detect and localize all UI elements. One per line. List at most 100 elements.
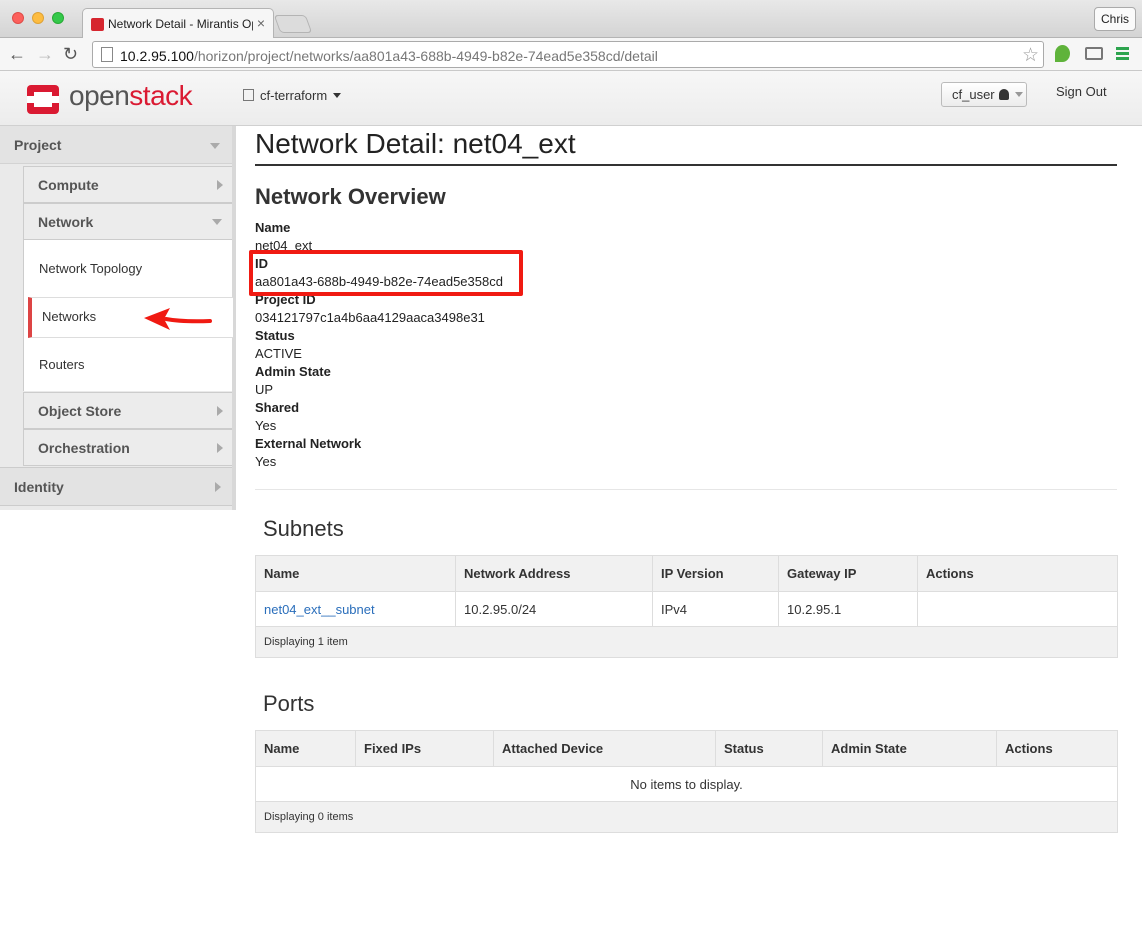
user-icon <box>998 89 1009 100</box>
sidebar-item-network[interactable]: Network <box>23 203 232 240</box>
table-header-row: Name Network Address IP Version Gateway … <box>255 555 1118 592</box>
new-tab-button[interactable] <box>273 15 313 33</box>
tab-close-icon[interactable]: × <box>257 15 265 31</box>
chevron-down-icon <box>210 143 220 149</box>
close-window-button[interactable] <box>12 12 24 24</box>
page-title: Network Detail: net04_ext <box>255 128 576 159</box>
column-header-actions: Actions <box>917 555 1118 592</box>
chevron-right-icon <box>217 443 223 453</box>
table-footer-row: Displaying 0 items <box>255 801 1118 833</box>
sidebar-object-store-label: Object Store <box>38 403 122 419</box>
ports-count-text: Displaying 0 items <box>255 801 1118 833</box>
cell-gateway-ip: 10.2.95.1 <box>778 591 918 627</box>
sidebar-item-compute[interactable]: Compute <box>23 166 232 203</box>
sidebar-item-routers[interactable]: Routers <box>39 357 85 372</box>
title-divider <box>255 164 1117 166</box>
ports-table: Name Fixed IPs Attached Device Status Ad… <box>255 730 1118 833</box>
project-name: cf-terraform <box>260 88 328 103</box>
forward-arrow-icon[interactable]: → <box>36 43 54 65</box>
chevron-down-icon <box>333 93 342 98</box>
table-footer-row: Displaying 1 item <box>255 626 1118 658</box>
column-header-admin-state[interactable]: Admin State <box>822 730 997 767</box>
browser-tab-active[interactable]: Network Detail - Mirantis OpenStack × <box>82 8 274 39</box>
sidebar-item-project[interactable]: Project <box>0 126 232 164</box>
field-label-external-network: External Network <box>255 436 362 451</box>
section-divider <box>255 489 1117 490</box>
field-label-admin-state: Admin State <box>255 364 331 379</box>
column-header-gateway-ip[interactable]: Gateway IP <box>778 555 918 592</box>
sidebar-compute-label: Compute <box>38 177 99 193</box>
url-path: /horizon/project/networks/aa801a43-688b-… <box>193 48 658 64</box>
column-header-network-address[interactable]: Network Address <box>455 555 653 592</box>
annotation-arrow-icon <box>144 308 212 330</box>
browser-titlebar: Network Detail - Mirantis OpenStack × Ch… <box>0 0 1142 39</box>
sidebar-item-network-topology[interactable]: Network Topology <box>39 261 142 276</box>
openstack-logo-icon[interactable] <box>25 83 61 116</box>
chevron-right-icon <box>217 180 223 190</box>
sidebar-item-object-store[interactable]: Object Store <box>23 392 232 429</box>
sidebar-network-label: Network <box>38 214 94 230</box>
sidebar-project-label: Project <box>14 137 62 153</box>
field-value-status: ACTIVE <box>255 346 302 361</box>
column-header-actions: Actions <box>996 730 1118 767</box>
table-row: net04_ext__subnet 10.2.95.0/24 IPv4 10.2… <box>255 591 1118 627</box>
cell-name: net04_ext__subnet <box>255 591 456 627</box>
column-header-ip-version[interactable]: IP Version <box>652 555 779 592</box>
sign-out-link[interactable]: Sign Out <box>1056 84 1107 99</box>
cell-actions <box>917 591 1118 627</box>
profile-button[interactable]: Chris <box>1094 7 1136 31</box>
sidebar-networks-label: Networks <box>42 309 97 324</box>
url-host: 10.2.95.100 <box>120 48 194 64</box>
bookmark-star-icon[interactable]: ☆ <box>1022 44 1039 67</box>
logo-open: open <box>69 80 130 111</box>
column-header-attached-device[interactable]: Attached Device <box>493 730 716 767</box>
column-header-status[interactable]: Status <box>715 730 823 767</box>
field-label-shared: Shared <box>255 400 300 415</box>
sidebar-item-identity[interactable]: Identity <box>0 467 232 506</box>
column-header-fixed-ips[interactable]: Fixed IPs <box>355 730 494 767</box>
user-name: cf_user <box>952 87 995 102</box>
cast-icon[interactable] <box>1085 47 1103 60</box>
subnets-table: Name Network Address IP Version Gateway … <box>255 555 1118 658</box>
table-header-row: Name Fixed IPs Attached Device Status Ad… <box>255 730 1118 767</box>
tab-title: Network Detail - Mirantis OpenStack <box>108 17 253 31</box>
field-label-status: Status <box>255 328 295 343</box>
chevron-right-icon <box>217 406 223 416</box>
id-highlight-box <box>249 250 523 296</box>
field-label-name: Name <box>255 220 291 235</box>
field-value-external-network: Yes <box>255 454 277 469</box>
column-header-name[interactable]: Name <box>255 730 356 767</box>
column-header-name[interactable]: Name <box>255 555 456 592</box>
zoom-window-button[interactable] <box>52 12 64 24</box>
minimize-window-button[interactable] <box>32 12 44 24</box>
openstack-logo-text[interactable]: openstack <box>69 80 193 112</box>
subnets-heading: Subnets <box>263 516 344 541</box>
sidebar-item-orchestration[interactable]: Orchestration <box>23 429 232 466</box>
openstack-header: openstack cf-terraform cf_user Sign Out <box>0 71 1142 126</box>
user-menu-button[interactable]: cf_user <box>941 82 1027 107</box>
chevron-down-icon <box>212 219 222 225</box>
field-value-shared: Yes <box>255 418 277 433</box>
cell-ip-version: IPv4 <box>652 591 779 627</box>
cell-network-address: 10.2.95.0/24 <box>455 591 653 627</box>
ports-heading: Ports <box>263 691 315 716</box>
project-icon <box>243 89 254 101</box>
url-text[interactable]: 10.2.95.100/horizon/project/networks/aa8… <box>120 48 658 64</box>
evernote-extension-icon[interactable] <box>1055 45 1070 62</box>
page-icon <box>101 47 113 62</box>
chevron-right-icon <box>215 482 221 492</box>
sidebar-orchestration-label: Orchestration <box>38 440 130 456</box>
project-switcher[interactable]: cf-terraform <box>243 88 342 103</box>
field-value-admin-state: UP <box>255 382 274 397</box>
subnet-name-link[interactable]: net04_ext__subnet <box>264 602 375 617</box>
browser-toolbar: ← → ↻ 10.2.95.100/horizon/project/networ… <box>0 38 1142 71</box>
logo-stack: stack <box>129 80 193 111</box>
network-overview-heading: Network Overview <box>255 184 446 209</box>
browser-menu-icon[interactable] <box>1116 47 1129 60</box>
table-row: No items to display. <box>255 766 1118 802</box>
reload-icon[interactable]: ↻ <box>63 43 78 65</box>
sidebar-identity-label: Identity <box>14 479 64 495</box>
back-arrow-icon[interactable]: ← <box>8 43 26 65</box>
chevron-down-icon <box>1014 92 1023 97</box>
address-bar[interactable]: 10.2.95.100/horizon/project/networks/aa8… <box>92 41 1044 68</box>
